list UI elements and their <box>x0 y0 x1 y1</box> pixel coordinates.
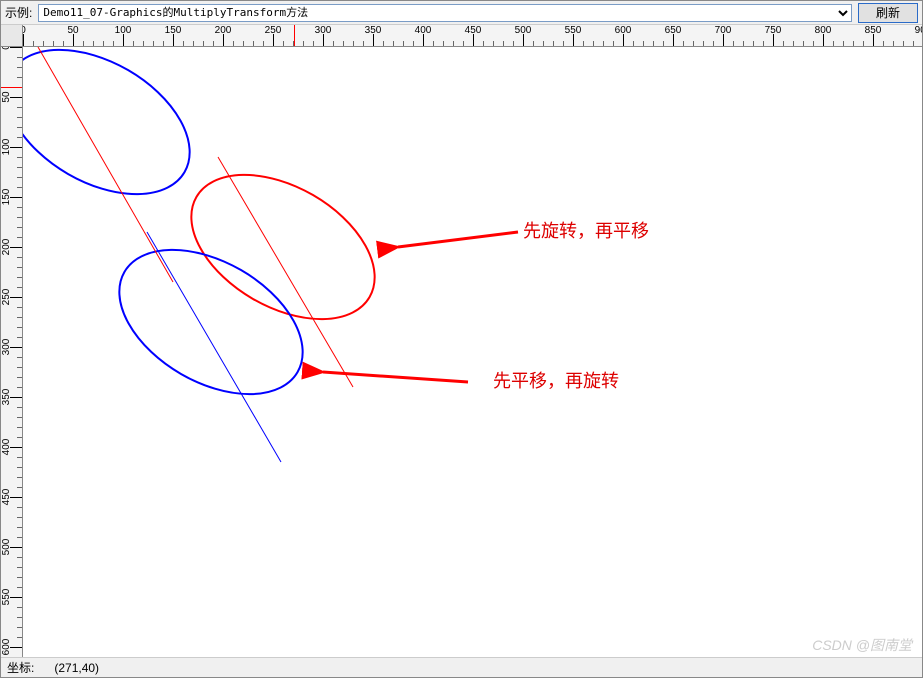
annotation-translate-rotate: 先平移，再旋转 <box>493 367 619 393</box>
coord-value: (271,40) <box>54 661 99 675</box>
status-bar: 坐标: (271,40) <box>1 657 922 677</box>
refresh-button[interactable]: 刷新 <box>858 3 918 23</box>
toolbar: 示例: Demo11_07-Graphics的MultiplyTransform… <box>1 1 922 25</box>
annotation-rotate-translate: 先旋转，再平移 <box>523 217 649 243</box>
example-label: 示例: <box>5 4 32 21</box>
coord-label: 坐标: <box>7 659 34 676</box>
drawing-canvas[interactable]: 先旋转，再平移 先平移，再旋转 <box>23 47 922 657</box>
ruler-vertical: 050100150200250300350400450500550600 <box>1 47 23 657</box>
ruler-corner <box>1 25 23 47</box>
ruler-horizontal: 0501001502002503003504004505005506006507… <box>23 25 922 47</box>
graphics-svg <box>23 47 922 657</box>
example-select[interactable]: Demo11_07-Graphics的MultiplyTransform方法 <box>38 4 852 22</box>
